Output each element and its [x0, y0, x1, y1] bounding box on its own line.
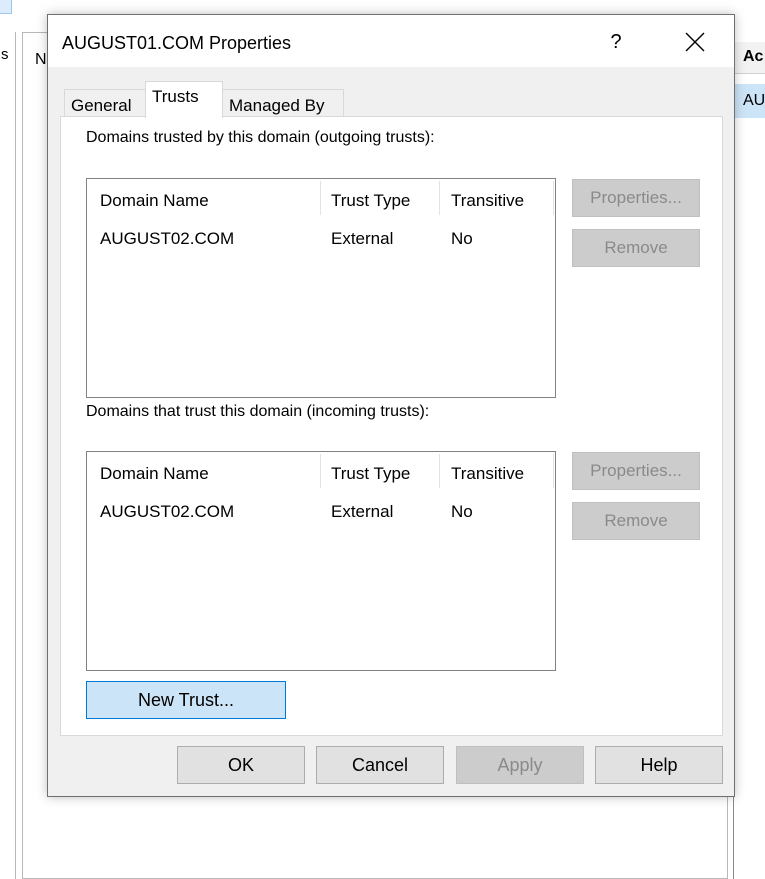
ok-button[interactable]: OK: [177, 746, 305, 784]
column-divider[interactable]: [320, 181, 321, 215]
dialog-titlebar[interactable]: AUGUST01.COM Properties ?: [48, 15, 734, 67]
outgoing-trusts-list[interactable]: Domain Name Trust Type Transitive AUGUST…: [86, 178, 556, 398]
outgoing-row-trust-type[interactable]: External: [331, 229, 393, 249]
tab-strip: General Trusts Managed By: [64, 81, 724, 118]
background-toolbar: [0, 0, 765, 14]
column-header-transitive[interactable]: Transitive: [451, 191, 524, 211]
tab-managed-by[interactable]: Managed By: [222, 89, 344, 117]
column-header-trust-type[interactable]: Trust Type: [331, 464, 410, 484]
incoming-properties-button[interactable]: Properties...: [572, 452, 700, 490]
trusts-tab-panel: Domains trusted by this domain (outgoing…: [60, 116, 723, 736]
column-divider[interactable]: [553, 454, 554, 488]
tab-general[interactable]: General: [64, 89, 146, 117]
column-header-trust-type[interactable]: Trust Type: [331, 191, 410, 211]
tab-trusts[interactable]: Trusts: [145, 81, 223, 118]
outgoing-row-transitive[interactable]: No: [451, 229, 473, 249]
help-question-button[interactable]: ?: [596, 27, 636, 57]
outgoing-properties-button[interactable]: Properties...: [572, 179, 700, 217]
background-actions-selected-item[interactable]: AU: [734, 84, 765, 118]
background-main-text: N: [35, 51, 47, 68]
column-header-domain-name[interactable]: Domain Name: [100, 464, 209, 484]
background-left-pane: s: [0, 32, 16, 879]
close-icon: [685, 32, 705, 52]
outgoing-remove-button[interactable]: Remove: [572, 229, 700, 267]
help-button[interactable]: Help: [595, 746, 723, 784]
column-header-transitive[interactable]: Transitive: [451, 464, 524, 484]
column-divider[interactable]: [320, 454, 321, 488]
background-left-text: s: [1, 46, 9, 63]
column-divider[interactable]: [439, 181, 440, 215]
background-actions-pane: Ac AU: [733, 32, 765, 879]
cancel-button[interactable]: Cancel: [316, 746, 444, 784]
incoming-remove-button[interactable]: Remove: [572, 502, 700, 540]
incoming-trusts-label: Domains that trust this domain (incoming…: [86, 403, 430, 420]
outgoing-row-domain[interactable]: AUGUST02.COM: [100, 229, 234, 249]
incoming-row-trust-type[interactable]: External: [331, 502, 393, 522]
apply-button[interactable]: Apply: [456, 746, 584, 784]
dialog-title: AUGUST01.COM Properties: [62, 33, 292, 53]
column-divider[interactable]: [439, 454, 440, 488]
background-actions-header: Ac: [734, 42, 765, 74]
column-header-domain-name[interactable]: Domain Name: [100, 191, 209, 211]
properties-dialog: AUGUST01.COM Properties ? General Trusts…: [47, 14, 735, 797]
new-trust-button[interactable]: New Trust...: [86, 681, 286, 719]
incoming-list-header: Domain Name Trust Type Transitive: [87, 452, 555, 496]
incoming-row-transitive[interactable]: No: [451, 502, 473, 522]
close-button[interactable]: [674, 25, 716, 59]
outgoing-trusts-label: Domains trusted by this domain (outgoing…: [86, 129, 435, 146]
outgoing-list-header: Domain Name Trust Type Transitive: [87, 179, 555, 223]
incoming-row-domain[interactable]: AUGUST02.COM: [100, 502, 234, 522]
incoming-trusts-list[interactable]: Domain Name Trust Type Transitive AUGUST…: [86, 451, 556, 671]
column-divider[interactable]: [553, 181, 554, 215]
background-selected-cell: [0, 0, 12, 14]
